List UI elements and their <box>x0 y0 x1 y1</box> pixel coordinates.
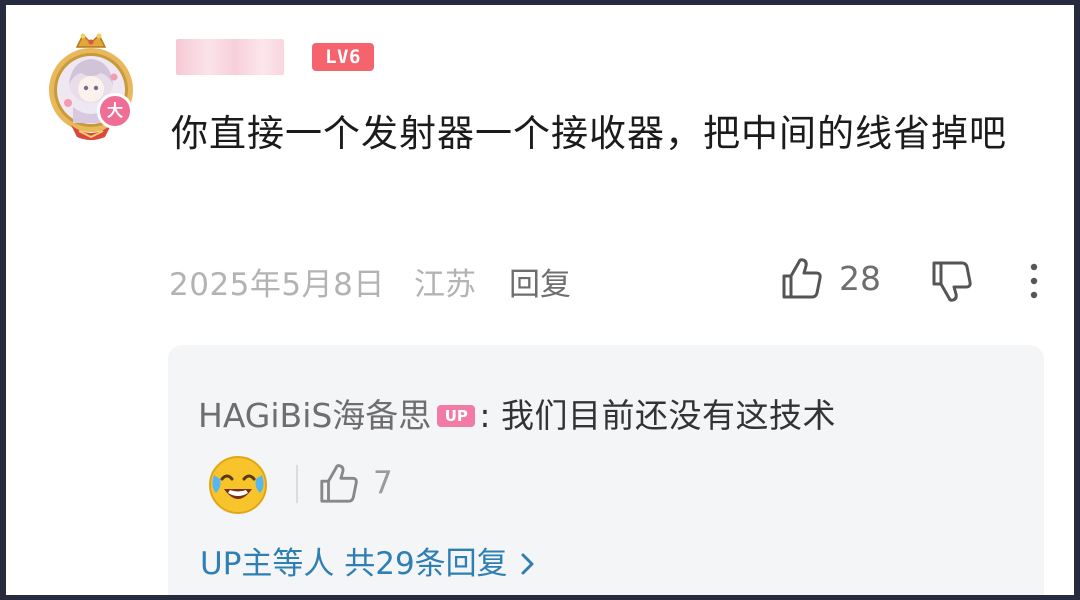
comment-text: 你直接一个发射器一个接收器，把中间的线省掉吧 <box>171 112 1007 155</box>
reply-colon: : <box>479 396 491 435</box>
divider <box>296 465 298 503</box>
reply-button[interactable]: 回复 <box>509 259 571 304</box>
like-count: 28 <box>839 259 881 298</box>
comment-region: 江苏 <box>414 267 476 303</box>
reply-author[interactable]: HAGiBiS海备思 <box>198 396 431 435</box>
reply-preview[interactable]: HAGiBiS海备思 UP: 我们目前还没有这技术 7 UP主等人 共29条回复 <box>168 345 1044 595</box>
laughing-tears-emoji-icon <box>209 456 267 514</box>
thumbs-up-icon[interactable] <box>780 257 824 301</box>
up-badge: UP <box>437 405 476 427</box>
reply-text: 我们目前还没有这技术 <box>500 396 836 435</box>
reply-line: HAGiBiS海备思 UP: 我们目前还没有这技术 <box>198 389 836 437</box>
comment-card: 大 LV6 你直接一个发射器一个接收器，把中间的线省掉吧 2025年5月8日 江… <box>6 5 1074 595</box>
level-badge: LV6 <box>312 43 374 71</box>
reply-like-count: 7 <box>373 465 393 501</box>
avatar-frame <box>49 33 133 140</box>
vip-badge: 大 <box>97 93 133 129</box>
view-more-replies-link[interactable]: UP主等人 共29条回复 <box>200 538 536 583</box>
more-vertical-icon[interactable] <box>1022 261 1046 301</box>
username-redacted[interactable] <box>176 39 284 75</box>
more-replies-label: UP主等人 共29条回复 <box>200 546 508 582</box>
thumbs-up-icon[interactable] <box>318 463 360 505</box>
thumbs-down-icon[interactable] <box>930 259 976 305</box>
chevron-right-icon <box>521 553 534 575</box>
comment-date: 2025年5月8日 <box>169 267 385 303</box>
avatar[interactable]: 大 <box>41 33 141 143</box>
